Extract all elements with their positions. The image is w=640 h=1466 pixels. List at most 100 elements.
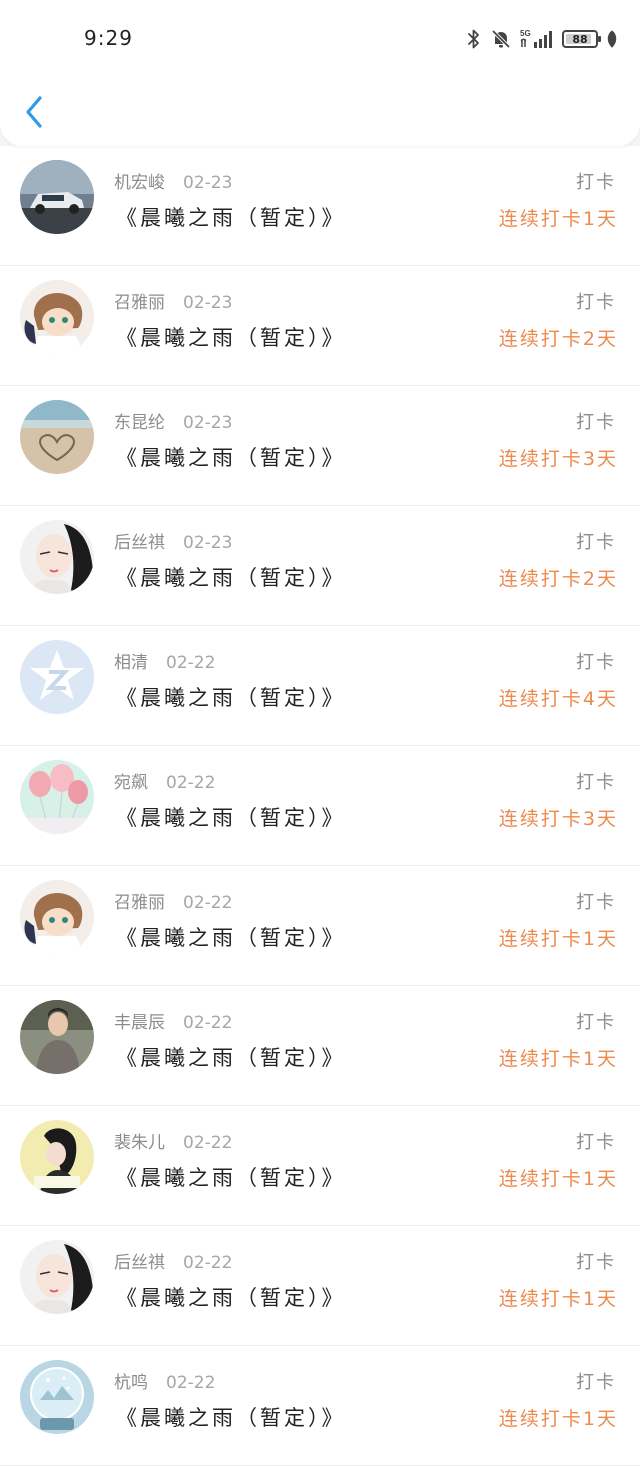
- leaf-icon: [607, 30, 617, 48]
- author-name[interactable]: 后丝祺: [114, 533, 165, 553]
- post-date: 02-22: [166, 653, 216, 673]
- author-name[interactable]: 裴朱儿: [114, 1133, 165, 1153]
- author-line: 召雅丽 02-23: [114, 288, 232, 313]
- checkin-list: 机宏峻 02-23 《晨曦之雨（暂定）》 打卡 连续打卡1天 召雅丽 02-23 《晨曦之雨（…: [0, 146, 640, 1466]
- author-name[interactable]: 宛飙: [114, 773, 148, 793]
- bluetooth-icon: [468, 29, 479, 49]
- checkin-row[interactable]: 召雅丽 02-22 《晨曦之雨（暂定）》 打卡连续打卡1天: [0, 866, 640, 986]
- checkin-type-label: 打卡: [576, 652, 616, 673]
- avatar[interactable]: [20, 760, 94, 834]
- checkin-row[interactable]: 相清 02-22 《晨曦之雨（暂定）》 打卡连续打卡4天: [0, 626, 640, 746]
- streak-label: 连续打卡1天: [498, 208, 618, 230]
- status-icons: 5G 88: [466, 26, 618, 52]
- avatar[interactable]: [20, 1120, 94, 1194]
- streak-label: 连续打卡1天: [498, 928, 618, 950]
- streak-label: 连续打卡2天: [498, 568, 618, 590]
- mute-bell-icon: [491, 29, 511, 49]
- streak-label: 连续打卡3天: [498, 808, 618, 830]
- author-line: 宛飙 02-22: [114, 768, 215, 793]
- signal-icon: 5G: [520, 29, 552, 48]
- author-line: 召雅丽 02-22: [114, 888, 232, 913]
- author-line: 裴朱儿 02-22: [114, 1128, 232, 1153]
- checkin-row[interactable]: 后丝祺 02-22 《晨曦之雨（暂定）》 打卡连续打卡1天: [0, 1226, 640, 1346]
- avatar[interactable]: [20, 400, 94, 474]
- checkin-row[interactable]: 裴朱儿 02-22 《晨曦之雨（暂定）》 打卡连续打卡1天: [0, 1106, 640, 1226]
- post-date: 02-22: [183, 893, 233, 913]
- work-title[interactable]: 《晨曦之雨（暂定）》: [116, 1282, 346, 1312]
- chevron-left-icon: [26, 96, 42, 128]
- work-title[interactable]: 《晨曦之雨（暂定）》: [116, 1162, 346, 1192]
- author-name[interactable]: 东昆纶: [114, 413, 165, 433]
- checkin-row[interactable]: 杭鸣 02-22 《晨曦之雨（暂定）》 打卡连续打卡1天: [0, 1346, 640, 1466]
- avatar[interactable]: [20, 1000, 94, 1074]
- checkin-type-label: 打卡: [576, 1012, 616, 1033]
- checkin-row[interactable]: 宛飙 02-22 《晨曦之雨（暂定）》 打卡连续打卡3天: [0, 746, 640, 866]
- author-line: 相清 02-22: [114, 648, 215, 673]
- author-line: 后丝祺 02-22: [114, 1248, 232, 1273]
- work-title[interactable]: 《晨曦之雨（暂定）》: [116, 562, 346, 592]
- work-title[interactable]: 《晨曦之雨（暂定）》: [116, 442, 346, 472]
- author-line: 杭鸣 02-22: [114, 1368, 215, 1393]
- post-date: 02-23: [183, 173, 233, 193]
- checkin-type-label: 打卡: [576, 292, 616, 313]
- streak-label: 连续打卡2天: [498, 328, 618, 350]
- battery-icon: 88: [562, 30, 601, 48]
- work-title[interactable]: 《晨曦之雨（暂定）》: [116, 1042, 346, 1072]
- app-header: 9:29 5G 88: [0, 0, 640, 146]
- author-name[interactable]: 杭鸣: [114, 1373, 148, 1393]
- checkin-row[interactable]: 机宏峻 02-23 《晨曦之雨（暂定）》 打卡连续打卡1天: [0, 146, 640, 266]
- back-button[interactable]: [16, 90, 52, 134]
- checkin-type-label: 打卡: [576, 412, 616, 433]
- post-date: 02-22: [166, 1373, 216, 1393]
- checkin-type-label: 打卡: [576, 532, 616, 553]
- streak-label: 连续打卡4天: [498, 688, 618, 710]
- checkin-type-label: 打卡: [576, 172, 616, 193]
- checkin-row[interactable]: 丰晨辰 02-22 《晨曦之雨（暂定）》 打卡连续打卡1天: [0, 986, 640, 1106]
- checkin-row[interactable]: 后丝祺 02-23 《晨曦之雨（暂定）》 打卡连续打卡2天: [0, 506, 640, 626]
- post-date: 02-22: [183, 1253, 233, 1273]
- work-title[interactable]: 《晨曦之雨（暂定）》: [116, 802, 346, 832]
- author-name[interactable]: 相清: [114, 653, 148, 673]
- streak-label: 连续打卡3天: [498, 448, 618, 470]
- status-time: 9:29: [84, 26, 133, 50]
- post-date: 02-22: [166, 773, 216, 793]
- author-name[interactable]: 机宏峻: [114, 173, 165, 193]
- streak-label: 连续打卡1天: [498, 1408, 618, 1430]
- author-line: 东昆纶 02-23: [114, 408, 232, 433]
- avatar[interactable]: [20, 280, 94, 354]
- checkin-row[interactable]: 召雅丽 02-23 《晨曦之雨（暂定）》 打卡连续打卡2天: [0, 266, 640, 386]
- post-date: 02-23: [183, 533, 233, 553]
- author-name[interactable]: 召雅丽: [114, 893, 165, 913]
- streak-label: 连续打卡1天: [498, 1048, 618, 1070]
- network-label: 5G: [520, 29, 531, 38]
- post-date: 02-22: [183, 1013, 233, 1033]
- author-name[interactable]: 后丝祺: [114, 1253, 165, 1273]
- post-date: 02-23: [183, 293, 233, 313]
- checkin-type-label: 打卡: [576, 892, 616, 913]
- checkin-row[interactable]: 东昆纶 02-23 《晨曦之雨（暂定）》 打卡连续打卡3天: [0, 386, 640, 506]
- work-title[interactable]: 《晨曦之雨（暂定）》: [116, 682, 346, 712]
- avatar[interactable]: [20, 1240, 94, 1314]
- author-line: 丰晨辰 02-22: [114, 1008, 232, 1033]
- author-name[interactable]: 丰晨辰: [114, 1013, 165, 1033]
- streak-label: 连续打卡1天: [498, 1168, 618, 1190]
- work-title[interactable]: 《晨曦之雨（暂定）》: [116, 1402, 346, 1432]
- author-line: 机宏峻 02-23: [114, 168, 232, 193]
- author-name[interactable]: 召雅丽: [114, 293, 165, 313]
- author-line: 后丝祺 02-23: [114, 528, 232, 553]
- avatar[interactable]: [20, 160, 94, 234]
- avatar[interactable]: [20, 880, 94, 954]
- work-title[interactable]: 《晨曦之雨（暂定）》: [116, 322, 346, 352]
- avatar[interactable]: [20, 640, 94, 714]
- work-title[interactable]: 《晨曦之雨（暂定）》: [116, 202, 346, 232]
- avatar[interactable]: [20, 520, 94, 594]
- checkin-type-label: 打卡: [576, 1132, 616, 1153]
- work-title[interactable]: 《晨曦之雨（暂定）》: [116, 922, 346, 952]
- battery-percent: 88: [572, 32, 588, 46]
- checkin-type-label: 打卡: [576, 1252, 616, 1273]
- checkin-type-label: 打卡: [576, 772, 616, 793]
- streak-label: 连续打卡1天: [498, 1288, 618, 1310]
- checkin-type-label: 打卡: [576, 1372, 616, 1393]
- post-date: 02-23: [183, 413, 233, 433]
- post-date: 02-22: [183, 1133, 233, 1153]
